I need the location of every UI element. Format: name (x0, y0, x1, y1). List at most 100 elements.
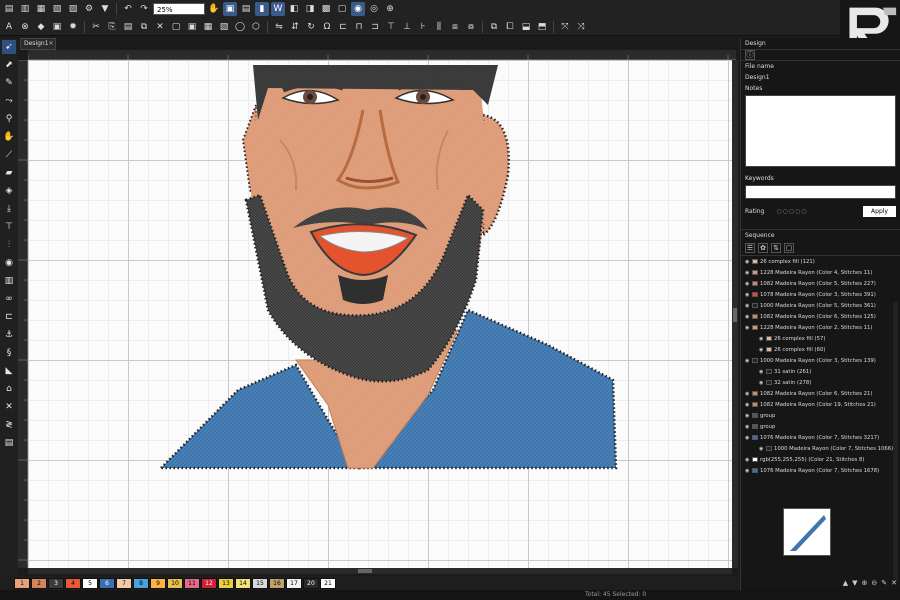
break-apart-icon[interactable]: ⧠ (503, 20, 517, 34)
export-icon[interactable]: ▨ (66, 2, 80, 16)
sequence-item[interactable]: ◉ 31 satin (261) (741, 366, 900, 377)
eyedropper-tool-icon[interactable]: ⤓ (2, 202, 16, 216)
visibility-icon[interactable]: ◉ (745, 303, 751, 309)
visibility-icon[interactable]: ◉ (759, 347, 765, 353)
apply-button[interactable]: Apply (863, 206, 896, 217)
visibility-icon[interactable]: ◉ (745, 468, 751, 474)
split-icon[interactable]: ⊖ (871, 579, 877, 587)
hand-icon[interactable]: ✋ (207, 2, 221, 16)
rotate-icon[interactable]: ↻ (304, 20, 318, 34)
combine-icon[interactable]: ⧉ (487, 20, 501, 34)
visibility-icon[interactable]: ◉ (745, 402, 751, 408)
view-mode-icon[interactable]: ▮ (255, 2, 269, 16)
sequence-item[interactable]: ◉ 1000 Madeira Rayon (Color 5, Stitches 3… (741, 300, 900, 311)
fill-tool-icon[interactable]: ◈ (2, 184, 16, 198)
camera-icon[interactable]: ◎ (367, 2, 381, 16)
color-swatch[interactable]: 7 (116, 577, 132, 589)
visibility-icon[interactable]: ◉ (745, 292, 751, 298)
visibility-icon[interactable]: ◉ (745, 435, 751, 441)
move-up-icon[interactable]: ▲ (843, 579, 848, 587)
weld-icon[interactable]: ⬓ (519, 20, 533, 34)
circle-icon[interactable]: ◯ (233, 20, 247, 34)
vertical-scrollbar[interactable] (732, 60, 738, 568)
color-swatch[interactable]: 20 (303, 577, 319, 589)
visibility-icon[interactable]: ◉ (745, 358, 751, 364)
sequence-item[interactable]: ◉ 1000 Madeira Rayon (Color 7, Stitches 1… (741, 443, 900, 454)
connect-icon[interactable]: ⤧ (558, 20, 572, 34)
flip-horizontal-icon[interactable]: ⇋ (272, 20, 286, 34)
select-tool-icon[interactable]: ➹ (2, 40, 16, 54)
visibility-icon[interactable]: ◉ (745, 457, 751, 463)
undo-icon[interactable]: ↶ (121, 2, 135, 16)
sequence-item[interactable]: ◉ 1082 Madeira Rayon (Color 6, Stitches 1… (741, 311, 900, 322)
color-swatch[interactable]: 16 (269, 577, 285, 589)
sequence-item[interactable]: ◉ 26 complex fill (60) (741, 344, 900, 355)
scroll-thumb[interactable] (733, 308, 737, 322)
trim-icon[interactable]: ⬒ (535, 20, 549, 34)
sequence-item[interactable]: ◉ 1078 Madeira Rayon (Color 3, Stitches 3… (741, 289, 900, 300)
visibility-icon[interactable]: ◉ (745, 281, 751, 287)
merge-icon[interactable]: ⊕ (862, 579, 868, 587)
flip-vertical-icon[interactable]: ⇵ (288, 20, 302, 34)
tab-design1[interactable]: Design1 ✕ (20, 38, 56, 50)
align-top-icon[interactable]: ⊤ (384, 20, 398, 34)
color-swatch[interactable]: 1 (14, 577, 30, 589)
monogram-icon[interactable]: ⊗ (18, 20, 32, 34)
zigzag-tool-icon[interactable]: ≷ (2, 418, 16, 432)
shape-tool-icon[interactable]: ◣ (2, 364, 16, 378)
pan-tool-icon[interactable]: ✋ (2, 130, 16, 144)
color-swatch[interactable]: 10 (167, 577, 183, 589)
eraser-tool-icon[interactable]: ▰ (2, 166, 16, 180)
visibility-icon[interactable]: ◉ (745, 270, 751, 276)
globe-icon[interactable]: ⊕ (383, 2, 397, 16)
object-view-icon[interactable]: ▢ (784, 243, 794, 253)
document-tool-icon[interactable]: ▤ (2, 436, 16, 450)
edit-icon[interactable]: ✎ (881, 579, 887, 587)
realistic-view-icon[interactable]: ◧ (287, 2, 301, 16)
link-tool-icon[interactable]: ∞ (2, 292, 16, 306)
sequence-scrollbar[interactable] (893, 302, 898, 582)
knife-tool-icon[interactable]: ⟋ (2, 148, 16, 162)
sequence-item[interactable]: ◉ rgb(255,255,255) (Color 21, Stitches 8) (741, 454, 900, 465)
image-icon[interactable]: ▣ (50, 20, 64, 34)
color-swatch[interactable]: 14 (235, 577, 251, 589)
order-back-icon[interactable]: ⧇ (464, 20, 478, 34)
design-canvas[interactable] (28, 60, 732, 568)
align-center-icon[interactable]: ⊓ (352, 20, 366, 34)
settings-icon[interactable]: ⚙ (82, 2, 96, 16)
layers-tool-icon[interactable]: ▥ (2, 274, 16, 288)
close-icon[interactable]: ✕ (49, 39, 56, 49)
measure-tool-icon[interactable]: ⊤ (2, 220, 16, 234)
sequence-item[interactable]: ◉ group (741, 421, 900, 432)
shape-icon[interactable]: ◆ (34, 20, 48, 34)
sequence-item[interactable]: ◉ 1228 Madeira Rayon (Color 4, Stitches 1… (741, 267, 900, 278)
order-front-icon[interactable]: ⧈ (448, 20, 462, 34)
align-right-icon[interactable]: ⊐ (368, 20, 382, 34)
split-icon[interactable]: ⤨ (574, 20, 588, 34)
visibility-icon[interactable]: ◉ (759, 380, 765, 386)
ruler-icon[interactable]: ▤ (239, 2, 253, 16)
color-swatch[interactable]: 21 (320, 577, 336, 589)
grid-toggle-icon[interactable]: ▣ (223, 2, 237, 16)
zoom-level-input[interactable]: 25% (153, 3, 205, 15)
background-icon[interactable]: ▩ (319, 2, 333, 16)
visibility-icon[interactable]: ◉ (745, 259, 751, 265)
color-swatch[interactable]: 13 (218, 577, 234, 589)
group-icon[interactable]: ▦ (201, 20, 215, 34)
stitch-view-icon[interactable]: W (271, 2, 285, 16)
color-swatch[interactable]: 12 (201, 577, 217, 589)
copy-icon[interactable]: ⎘ (105, 20, 119, 34)
sequence-item[interactable]: ◉ 1076 Madeira Rayon (Color 7, Stitches 3… (741, 432, 900, 443)
color-swatch[interactable]: 15 (252, 577, 268, 589)
sequence-item[interactable]: ◉ group (741, 410, 900, 421)
bezier-tool-icon[interactable]: ⤳ (2, 94, 16, 108)
color-swatch[interactable]: 3 (48, 577, 64, 589)
distribute-icon[interactable]: ⫼ (432, 20, 446, 34)
redo-icon[interactable]: ↷ (137, 2, 151, 16)
filter-icon[interactable]: ▼ (98, 2, 112, 16)
notes-field[interactable] (745, 95, 896, 167)
color-swatch[interactable]: 11 (184, 577, 200, 589)
lock-icon[interactable]: ▣ (185, 20, 199, 34)
sequence-item[interactable]: ◉ 1000 Madeira Rayon (Color 3, Stitches 1… (741, 355, 900, 366)
visibility-icon[interactable]: ◉ (745, 391, 751, 397)
